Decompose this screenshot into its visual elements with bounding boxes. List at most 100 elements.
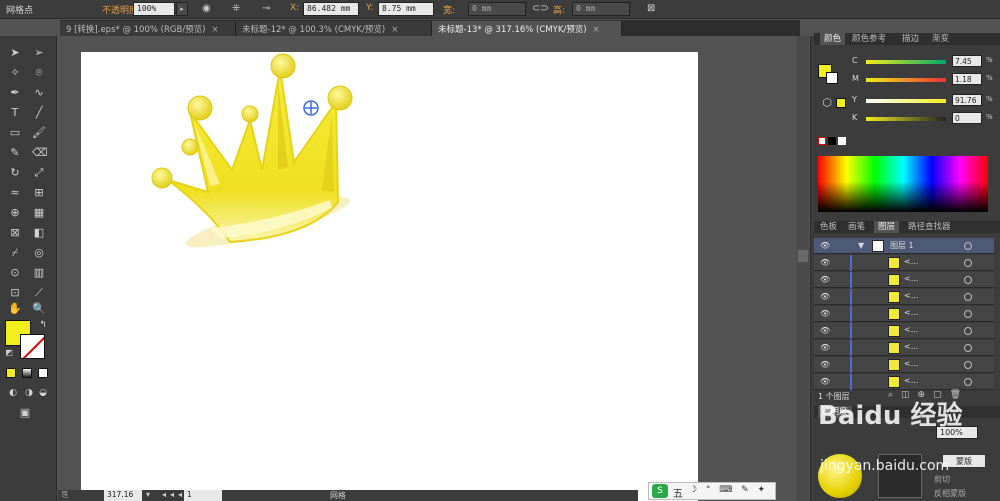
anchor-icon[interactable]: ⊸	[262, 3, 270, 14]
none-mode-icon[interactable]	[38, 368, 48, 378]
visibility-eye-icon[interactable]: 👁	[820, 360, 830, 369]
curvature-tool-icon[interactable]: ∿	[32, 86, 46, 100]
close-icon[interactable]: ×	[593, 25, 600, 35]
opacity-input[interactable]: 100%	[133, 2, 175, 16]
layer-row[interactable]: 👁 <...	[814, 272, 994, 288]
color-spectrum[interactable]	[818, 156, 988, 212]
layer-row-parent[interactable]: 👁 ▼ 图层 1	[814, 238, 994, 254]
tab-doc-2[interactable]: 未标题-12* @ 100.3% (CMYK/预览) ×	[236, 21, 432, 36]
slider-track[interactable]	[866, 117, 946, 121]
tab-pathfinder[interactable]: 路径查找器	[904, 221, 955, 233]
target-circle-icon[interactable]	[964, 310, 972, 318]
x-field[interactable]: 86.482 mm	[303, 2, 359, 16]
ime-logo-icon[interactable]: S	[652, 484, 668, 498]
tab-gradient[interactable]: 渐变	[928, 33, 953, 45]
clip-checkbox-label[interactable]: 剪切	[934, 474, 950, 485]
layer-row[interactable]: 👁 <...	[814, 374, 994, 390]
gradient-tool-icon[interactable]: ◧	[32, 226, 46, 240]
rotate-tool-icon[interactable]: ↻	[8, 166, 22, 180]
screen-mode-icon[interactable]: ▣	[18, 406, 32, 420]
visibility-eye-icon[interactable]: 👁	[820, 292, 830, 301]
slider-track[interactable]	[866, 60, 946, 64]
selection-tool-icon[interactable]: ➤	[8, 46, 22, 60]
layer-row[interactable]: 👁 <...	[814, 255, 994, 271]
tab-color[interactable]: 颜色	[820, 33, 846, 45]
target-circle-icon[interactable]	[964, 344, 972, 352]
free-transform-icon[interactable]: ⊞	[32, 186, 46, 200]
target-circle-icon[interactable]	[964, 378, 972, 386]
panel-stroke-swatch[interactable]	[826, 72, 838, 84]
status-icon[interactable]: ⎘	[62, 490, 68, 500]
draw-normal-icon[interactable]: ◐	[6, 386, 20, 400]
gamut-warning-icon[interactable]: ⬡	[820, 96, 834, 110]
slider-value[interactable]: 7.45	[952, 55, 982, 67]
width-field[interactable]: 0 mm	[468, 2, 526, 16]
visibility-eye-icon[interactable]: 👁	[820, 275, 830, 284]
page-field[interactable]: 1	[184, 490, 222, 501]
eraser-icon[interactable]: ⌫	[32, 146, 48, 160]
slider-value[interactable]: 91.76	[952, 94, 982, 106]
perspective-grid-icon[interactable]: ▦	[32, 206, 46, 220]
color-mode-icon[interactable]	[6, 368, 16, 378]
magic-wand-icon[interactable]: ✧	[8, 66, 22, 80]
target-circle-icon[interactable]	[964, 259, 972, 267]
eyedropper-icon[interactable]: ⌿	[8, 246, 22, 260]
target-circle-icon[interactable]	[964, 242, 972, 250]
scale-tool-icon[interactable]: ⤢	[32, 166, 46, 180]
visibility-eye-icon[interactable]: 👁	[820, 377, 830, 386]
mesh-tool-icon[interactable]: ⊠	[8, 226, 22, 240]
layer-row[interactable]: 👁 <...	[814, 323, 994, 339]
visibility-eye-icon[interactable]: 👁	[820, 326, 830, 335]
tab-doc-3[interactable]: 未标题-13* @ 317.16% (CMYK/预览) ×	[432, 21, 622, 36]
default-colors-icon[interactable]: ◩	[2, 346, 16, 360]
none-swatch[interactable]	[818, 137, 826, 145]
zoom-field[interactable]: 317.16	[104, 490, 142, 501]
slider-value[interactable]: 1.18	[952, 73, 982, 85]
stroke-swatch[interactable]	[20, 334, 45, 359]
isolate-icon[interactable]: ⊠	[647, 3, 655, 14]
layer-row[interactable]: 👁 <...	[814, 357, 994, 373]
pen-tool-icon[interactable]: ✒	[8, 86, 22, 100]
blend-tool-icon[interactable]: ◎	[32, 246, 46, 260]
ime-mode[interactable]: 五	[673, 485, 683, 500]
target-circle-icon[interactable]	[964, 276, 972, 284]
scrollbar-thumb[interactable]	[798, 250, 808, 262]
draw-behind-icon[interactable]: ◑	[22, 386, 36, 400]
vertical-scrollbar[interactable]	[797, 36, 809, 501]
recolor-icon[interactable]: ◉	[202, 3, 211, 14]
target-circle-icon[interactable]	[964, 327, 972, 335]
rectangle-tool-icon[interactable]: ▭	[8, 126, 22, 140]
target-circle-icon[interactable]	[964, 293, 972, 301]
visibility-eye-icon[interactable]: 👁	[820, 241, 830, 250]
white-swatch[interactable]	[838, 137, 846, 145]
paintbrush-icon[interactable]: 🖌	[32, 126, 46, 140]
tab-layers[interactable]: 图层	[874, 221, 900, 233]
lasso-icon[interactable]: ⌾	[32, 66, 46, 80]
ime-tool-icons[interactable]: ☽ ° ⌨ ✎ ✦	[689, 485, 768, 495]
direct-selection-tool-icon[interactable]: ➢	[32, 46, 46, 60]
column-graph-icon[interactable]: ▥	[32, 266, 46, 280]
visibility-eye-icon[interactable]: 👁	[820, 258, 830, 267]
gradient-mode-icon[interactable]	[22, 368, 32, 378]
symbol-sprayer-icon[interactable]: ⊙	[8, 266, 22, 280]
type-tool-icon[interactable]: T	[8, 106, 22, 120]
expand-triangle-icon[interactable]: ▼	[858, 241, 864, 250]
visibility-eye-icon[interactable]: 👁	[820, 343, 830, 352]
pencil-icon[interactable]: ✎	[8, 146, 22, 160]
opacity-dropdown-icon[interactable]: ▸	[176, 2, 188, 16]
close-icon[interactable]: ×	[391, 25, 398, 35]
hand-tool-icon[interactable]: ✋	[8, 302, 22, 316]
warp-tool-icon[interactable]: ≈	[8, 186, 22, 200]
slider-track[interactable]	[866, 99, 946, 103]
close-icon[interactable]: ×	[211, 25, 218, 35]
ime-toolbar[interactable]: S 五 ☽ ° ⌨ ✎ ✦	[648, 482, 776, 500]
shape-builder-icon[interactable]: ⊕	[8, 206, 22, 220]
link-icon[interactable]: ⊂⊃	[532, 3, 549, 14]
layer-row[interactable]: 👁 <...	[814, 289, 994, 305]
layer-row[interactable]: 👁 <...	[814, 306, 994, 322]
layer-row[interactable]: 👁 <...	[814, 340, 994, 356]
slider-value[interactable]: 0	[952, 112, 982, 124]
zoom-tool-icon[interactable]: 🔍	[32, 302, 46, 316]
transform-grid-icon[interactable]: ⁜	[232, 3, 240, 14]
black-swatch[interactable]	[828, 137, 836, 145]
